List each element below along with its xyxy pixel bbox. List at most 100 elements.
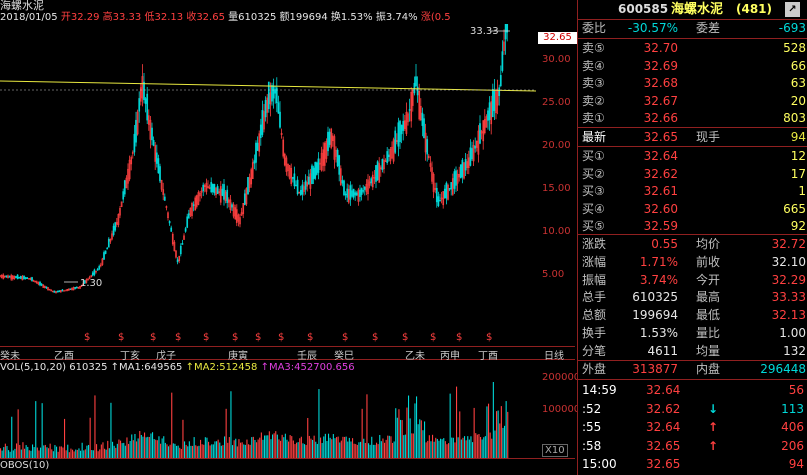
- volume-bar: [92, 450, 94, 458]
- volume-bar: [152, 432, 154, 458]
- volume-bar: [264, 435, 266, 458]
- volume-bar: [268, 431, 270, 458]
- candle-body: [243, 193, 246, 206]
- volume-bar: [251, 437, 253, 458]
- volume-bar: [483, 437, 485, 458]
- candle-body: [168, 221, 171, 224]
- volume-bar: [430, 441, 432, 458]
- candle-body: [261, 110, 264, 135]
- volume-bar: [438, 440, 440, 458]
- volume-bar: [454, 442, 456, 458]
- volume-bar: [91, 450, 93, 458]
- row-price: 32.68: [643, 76, 678, 91]
- volume-bar: [177, 445, 179, 458]
- candle-body: [400, 124, 403, 135]
- amplitude-value: 3.74%: [385, 12, 418, 23]
- ohlc-line: 2018/01/05 开32.29 高33.33 低32.13 收32.65 量…: [0, 12, 451, 24]
- row-price: 32.62: [643, 166, 678, 181]
- period-label: 乙酉: [54, 351, 74, 362]
- volume-bar: [217, 439, 219, 458]
- tick-price: 32.62: [646, 401, 681, 416]
- dividend-icon: $: [307, 332, 313, 343]
- volume-bar: [73, 451, 75, 458]
- volume-bar: [462, 437, 464, 458]
- row-label: 分笔: [582, 343, 607, 358]
- candle-body: [226, 189, 229, 203]
- candle-body: [362, 190, 365, 192]
- candle-body: [399, 120, 401, 142]
- volume-bar: [228, 437, 230, 458]
- volume-bar: [28, 450, 30, 458]
- candle-body: [211, 183, 214, 193]
- volume-bar: [244, 444, 246, 458]
- candle-body: [499, 75, 502, 86]
- stat-row: 振幅 3.74% 今开 32.29: [578, 271, 807, 290]
- volume-bar: [464, 436, 466, 458]
- period-end-label[interactable]: 日线: [544, 347, 564, 362]
- stat-row: 涨幅 1.71% 前收 32.10: [578, 253, 807, 272]
- volume-bar: [176, 445, 178, 458]
- volume-bar: [120, 440, 122, 458]
- volume-bar: [360, 441, 362, 458]
- candle-body: [413, 82, 416, 94]
- candle-body: [146, 93, 149, 121]
- volume-bar: [345, 436, 347, 458]
- volume-bar: [334, 438, 336, 458]
- candle-body: [386, 151, 389, 163]
- volume-bar: [414, 403, 416, 458]
- candlestick-chart[interactable]: 33.33 1.30 $ $ $ $ $ $ $ $ $ $ $ $ $ $ $: [0, 24, 538, 346]
- row-price: 3.74%: [639, 272, 678, 287]
- candle-body: [91, 272, 94, 276]
- candle-body: [479, 123, 481, 144]
- candle-body: [421, 112, 424, 126]
- volume-bar: [256, 442, 258, 458]
- volume-bar: [393, 441, 395, 458]
- volume-bar: [451, 437, 453, 458]
- volume-bar: [184, 441, 186, 458]
- volume-bar: [331, 439, 333, 458]
- stat-row: 涨跌 0.55 均价 32.72: [578, 235, 807, 254]
- price-tick: 15.00: [542, 183, 571, 194]
- price-tick: 30.00: [542, 54, 571, 65]
- dividend-icon: $: [456, 332, 462, 343]
- volume-bar: [281, 434, 283, 458]
- candle-body: [138, 98, 141, 112]
- volume-chart[interactable]: [0, 374, 538, 458]
- volume-bar: [110, 402, 112, 458]
- volume-bar: [206, 437, 208, 458]
- volume-bar: [232, 445, 234, 458]
- volume-bar: [299, 438, 301, 458]
- volume-bar: [3, 447, 5, 458]
- volume-bar: [27, 446, 29, 458]
- period-bar: 癸未 乙酉 丁亥 戊子 庚寅 壬辰 癸巳 乙未 丙申 丁酉 日线: [0, 346, 575, 362]
- panel-toggle-icon[interactable]: ↗: [785, 2, 800, 17]
- volume-bar: [408, 395, 410, 458]
- tick-volume: 56: [788, 383, 804, 397]
- tick-volume: 406: [781, 420, 804, 434]
- volume-bar: [230, 391, 232, 458]
- dividend-icon: $: [430, 332, 436, 343]
- volume-bar: [169, 444, 171, 458]
- volume-bar: [172, 443, 174, 458]
- row-price: 610325: [632, 290, 678, 305]
- period-label: 壬辰: [297, 351, 317, 362]
- volume-bar: [81, 442, 83, 458]
- volume-bar: [302, 443, 304, 458]
- candle-body: [455, 170, 457, 186]
- candle-body: [63, 290, 65, 292]
- candle-body: [0, 275, 1, 278]
- volume-bar: [382, 438, 384, 458]
- volume-bar: [396, 417, 398, 458]
- close-value: 32.65: [196, 12, 225, 23]
- obos-label[interactable]: OBOS(10): [0, 460, 49, 471]
- volume-bar: [62, 447, 64, 458]
- volume-bar: [46, 447, 48, 458]
- volume-bar: [257, 439, 259, 458]
- volume-bar: [404, 434, 406, 458]
- row-label-2: 量比: [696, 326, 721, 340]
- close-label: 收: [186, 12, 197, 23]
- volume-bar: [504, 425, 506, 458]
- volume-bar: [248, 444, 250, 458]
- volume-bar: [8, 450, 10, 458]
- volume-bar: [195, 445, 197, 458]
